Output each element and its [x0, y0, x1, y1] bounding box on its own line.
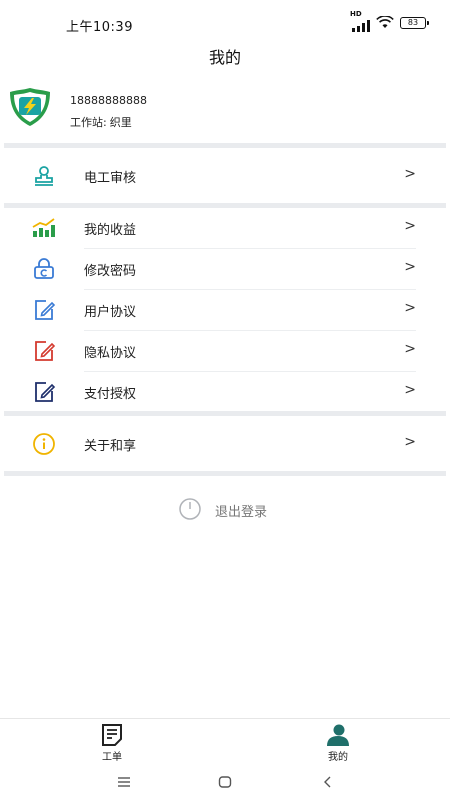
menu-item-my-earnings[interactable]: 我的收益 >: [0, 208, 450, 248]
tab-mine[interactable]: 我的: [298, 721, 378, 763]
earnings-chart-icon: [32, 218, 55, 237]
station-info: 工作站: 织里: [70, 114, 132, 130]
section-divider: [4, 143, 446, 148]
menu-item-electrician-review[interactable]: 电工审核 >: [0, 156, 450, 196]
power-icon: [179, 498, 201, 520]
menu-item-privacy-agreement[interactable]: 隐私协议 >: [0, 331, 450, 371]
home-icon[interactable]: [215, 772, 235, 792]
system-navigation-bar: [0, 764, 450, 800]
tab-label: 我的: [328, 752, 348, 763]
user-icon: [327, 724, 349, 746]
status-icons: HD 83: [350, 10, 429, 32]
menu-label: 我的收益: [84, 223, 137, 238]
status-time: 上午10:39: [66, 20, 133, 35]
profile-section: 18888888888 工作站: 织里: [0, 86, 450, 142]
menu-label: 支付授权: [84, 387, 137, 402]
phone-number: 18888888888: [70, 94, 147, 107]
signal-icon: HD: [350, 10, 370, 32]
menu-item-about[interactable]: 关于和享 >: [0, 424, 450, 464]
chevron-right-icon: >: [404, 166, 416, 182]
edit-document-icon: [35, 300, 56, 320]
battery-icon: 83: [400, 16, 429, 29]
tab-label: 工单: [102, 752, 122, 763]
page-title: 我的: [208, 48, 241, 67]
chevron-right-icon: >: [404, 382, 416, 398]
chevron-right-icon: >: [404, 300, 416, 316]
back-icon[interactable]: [318, 772, 338, 792]
chevron-right-icon: >: [404, 434, 416, 450]
tab-work-order[interactable]: 工单: [72, 721, 152, 763]
network-type-label: HD: [350, 9, 362, 18]
bottom-tab-bar: 工单 我的: [0, 718, 450, 764]
wifi-icon: [376, 16, 394, 28]
stamp-icon: [35, 166, 53, 186]
menu-item-change-password[interactable]: 修改密码 >: [0, 249, 450, 289]
menu-label: 关于和享: [84, 439, 137, 454]
menu-label: 修改密码: [84, 264, 137, 279]
chevron-right-icon: >: [404, 218, 416, 234]
chevron-right-icon: >: [404, 341, 416, 357]
info-icon: [33, 433, 55, 455]
logout-button[interactable]: 退出登录: [0, 496, 450, 522]
avatar: [10, 88, 50, 126]
logout-label: 退出登录: [215, 505, 268, 520]
edit-document-icon: [35, 341, 56, 361]
section-divider: [4, 471, 446, 476]
menu-label: 电工审核: [84, 171, 137, 186]
menu-label: 隐私协议: [84, 346, 137, 361]
station-name: 织里: [109, 116, 132, 129]
lock-icon: [34, 258, 54, 279]
menu-item-user-agreement[interactable]: 用户协议 >: [0, 290, 450, 330]
menu-icon[interactable]: [114, 772, 134, 792]
edit-document-icon: [35, 382, 56, 402]
chevron-right-icon: >: [404, 259, 416, 275]
menu-item-payment-authorization[interactable]: 支付授权 >: [0, 372, 450, 412]
station-label: 工作站:: [70, 116, 107, 129]
menu-label: 用户协议: [84, 305, 137, 320]
status-bar: 上午10:39 HD 83: [0, 0, 450, 42]
section-divider: [4, 411, 446, 416]
work-order-icon: [102, 724, 122, 746]
